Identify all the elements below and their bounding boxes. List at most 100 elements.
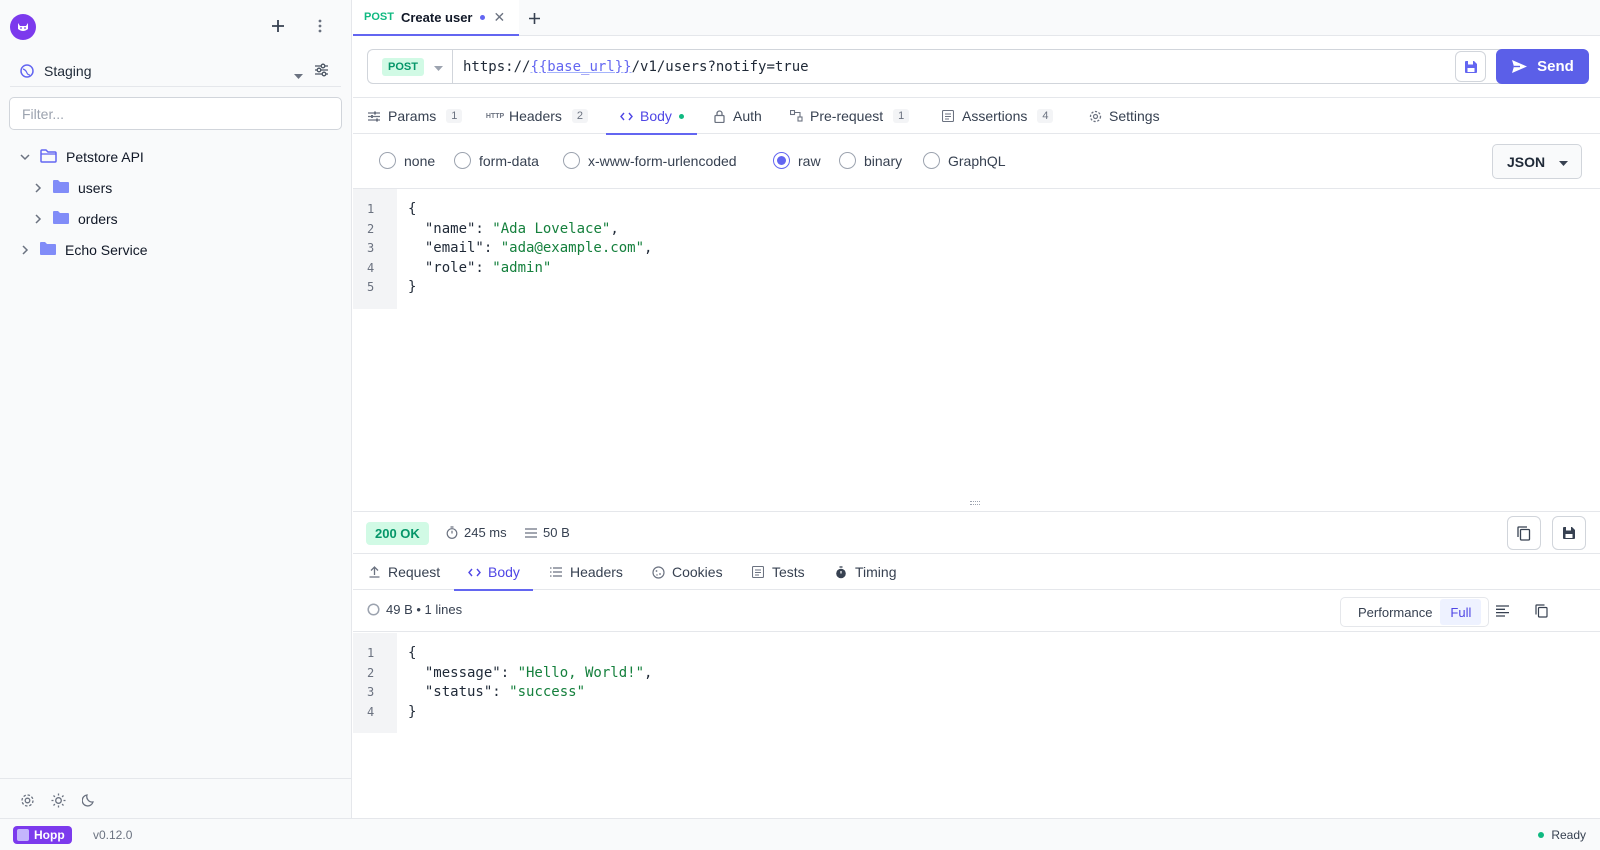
chevron-right-icon[interactable]	[31, 212, 45, 226]
new-tab-button[interactable]	[525, 9, 543, 27]
tab-label: Params	[388, 108, 437, 124]
radio-none[interactable]: none	[379, 152, 435, 169]
more-options-button[interactable]	[310, 16, 330, 36]
copy-response-button[interactable]	[1507, 516, 1541, 550]
timer-icon	[834, 565, 848, 579]
tree-item-petstore-api[interactable]: Petstore API	[18, 144, 144, 170]
tree-item-orders[interactable]: orders	[31, 206, 118, 232]
radio-form-data[interactable]: form-data	[454, 152, 539, 169]
new-collection-button[interactable]	[268, 16, 288, 36]
light-theme-button[interactable]	[49, 791, 67, 809]
save-response-button[interactable]	[1552, 516, 1586, 550]
view-mode-toggle: Performance Full	[1340, 597, 1489, 627]
string-token: "success"	[509, 684, 586, 701]
tab-response-body[interactable]: Body	[454, 554, 533, 591]
code-token: "role":	[408, 259, 493, 276]
code-token: "status":	[408, 684, 510, 701]
filter-input[interactable]	[9, 97, 342, 130]
tab-body[interactable]: Body	[606, 98, 697, 135]
code-line: }	[408, 278, 652, 298]
response-size: 50 B	[525, 525, 570, 540]
radio-binary[interactable]: binary	[839, 152, 902, 169]
copy-body-button[interactable]	[1533, 602, 1549, 619]
tab-response-headers[interactable]: Headers	[549, 554, 623, 590]
code-line: {	[408, 644, 652, 664]
brand-badge[interactable]: Hopp	[13, 826, 72, 844]
system-theme-button[interactable]	[18, 791, 36, 809]
tree-item-label: Echo Service	[65, 242, 148, 258]
code-token: "message":	[408, 664, 518, 681]
url-input[interactable]: https://{{base_url}}/v1/users?notify=tru…	[452, 49, 1540, 84]
tree-item-users[interactable]: users	[31, 175, 112, 201]
radio-raw[interactable]: raw	[773, 152, 821, 169]
tab-response-cookies[interactable]: Cookies	[651, 554, 723, 590]
environment-selector[interactable]: Staging	[10, 55, 341, 87]
tab-params[interactable]: Params 1	[367, 98, 463, 134]
content-type-label: JSON	[1507, 153, 1546, 170]
tab-response-request[interactable]: Request	[367, 554, 440, 590]
line-number: 3	[367, 241, 375, 256]
workflow-icon	[789, 109, 803, 123]
upload-icon	[367, 565, 381, 579]
folder-icon	[40, 242, 56, 258]
tab-auth[interactable]: Auth	[712, 98, 762, 134]
code-line: "role": "admin"	[408, 259, 652, 279]
code-line: "name": "Ada Lovelace",	[408, 220, 652, 240]
tab-label: Timing	[855, 564, 897, 580]
line-number: 4	[367, 704, 375, 719]
radio-label: raw	[798, 152, 821, 169]
request-tabs: Params 1 HTTP Headers 2 Body Auth Pre-re…	[353, 98, 1600, 135]
cat-logo-icon	[18, 23, 28, 31]
request-tab-create-user[interactable]: POST Create user ✕	[353, 0, 519, 36]
code-token: ,	[644, 240, 653, 257]
sun-icon	[51, 793, 65, 807]
method-selector[interactable]: POST	[367, 49, 452, 84]
code-token: {	[408, 645, 417, 661]
code-token: "email":	[408, 240, 501, 257]
save-request-button[interactable]	[1455, 51, 1486, 82]
tab-settings[interactable]: Settings	[1088, 98, 1160, 134]
tab-response-tests[interactable]: Tests	[751, 554, 805, 590]
line-number: 2	[367, 665, 375, 680]
radio-label: form-data	[479, 152, 539, 169]
chevron-right-icon[interactable]	[31, 181, 45, 195]
env-settings-icon[interactable]	[314, 63, 329, 80]
tab-title: Create user	[400, 9, 473, 25]
radio-urlencoded[interactable]: x-www-form-urlencoded	[563, 152, 737, 169]
code-icon	[467, 565, 481, 579]
tab-assertions[interactable]: Assertions 4	[941, 98, 1054, 134]
status-text: Ready	[1551, 828, 1586, 842]
request-body-editor[interactable]: 1 2 3 4 5 { "name": "Ada Lovelace", "email":…	[353, 189, 1600, 501]
list-icon	[525, 527, 537, 538]
brand-logo-icon	[17, 829, 29, 841]
tab-label: Pre-request	[810, 108, 884, 124]
code-token: }	[408, 279, 417, 296]
tab-count: 1	[893, 109, 910, 123]
view-mode-full[interactable]: Full	[1440, 599, 1482, 625]
url-variable: {{base_url}}	[530, 58, 632, 75]
view-mode-performance[interactable]: Performance	[1341, 599, 1440, 625]
radio-circle	[773, 152, 790, 169]
dark-theme-button[interactable]	[80, 791, 98, 809]
tab-pre-request[interactable]: Pre-request 1	[789, 98, 910, 134]
content-type-select[interactable]: JSON	[1492, 144, 1582, 179]
tab-headers[interactable]: HTTP Headers 2	[486, 98, 589, 134]
format-response-button[interactable]	[1494, 603, 1510, 619]
response-body-viewer[interactable]: 1 2 3 4 { "message": "Hello, World!", "stat…	[353, 633, 1600, 818]
tab-count: 4	[1037, 109, 1054, 123]
code-content: { "name": "Ada Lovelace", "email": "ada@…	[408, 189, 652, 298]
chevron-right-icon[interactable]	[18, 243, 32, 257]
response-tabs: Request Body Headers Cookies Tests Timin…	[353, 554, 1600, 591]
response-body-info: 49 B • 1 lines	[367, 602, 462, 617]
tab-label: Request	[388, 564, 441, 580]
app-logo[interactable]	[10, 14, 36, 40]
chevron-down-icon[interactable]	[18, 150, 32, 164]
close-icon[interactable]: ✕	[494, 9, 506, 26]
chevron-down-icon	[433, 59, 443, 75]
tab-response-timing[interactable]: Timing	[834, 554, 897, 590]
radio-circle	[563, 152, 580, 169]
tree-item-echo-service[interactable]: Echo Service	[18, 237, 147, 263]
resize-handle[interactable]	[970, 501, 980, 505]
send-button[interactable]: Send	[1496, 49, 1589, 84]
radio-graphql[interactable]: GraphQL	[923, 152, 1006, 169]
